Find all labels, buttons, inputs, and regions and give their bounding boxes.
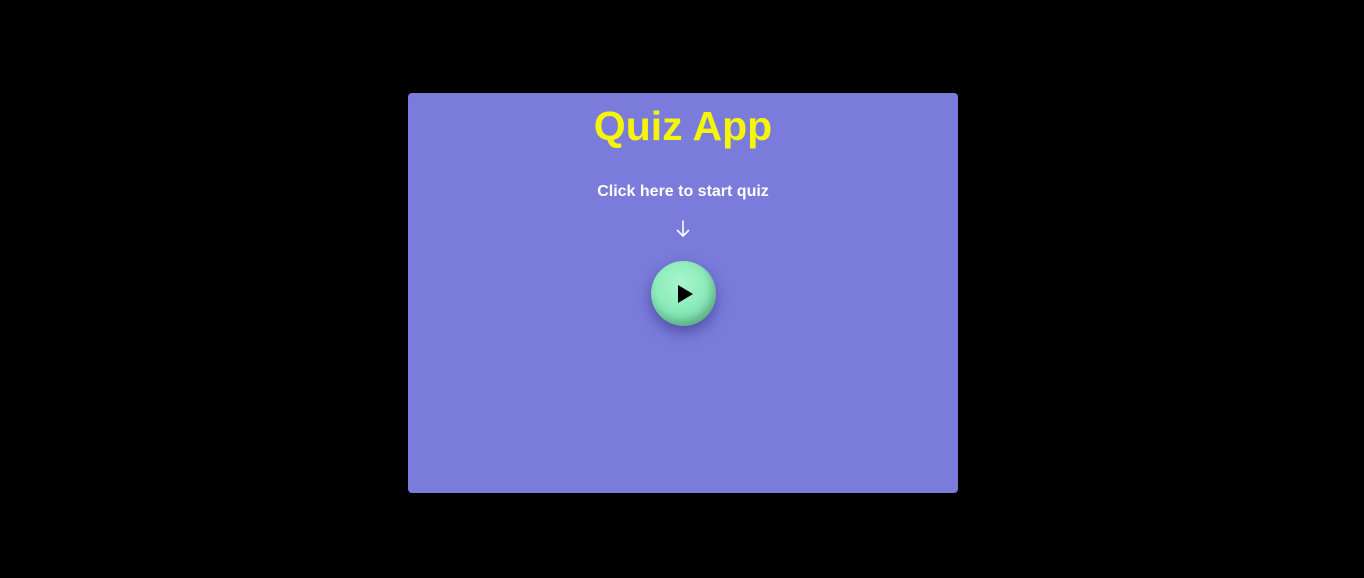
app-title: Quiz App — [593, 103, 773, 149]
quiz-card: Quiz App Click here to start quiz — [408, 93, 958, 493]
start-quiz-button[interactable] — [651, 261, 716, 326]
play-icon — [677, 284, 693, 303]
start-quiz-prompt: Click here to start quiz — [597, 183, 769, 200]
arrow-down-icon — [408, 220, 958, 242]
arrow-down-icon-svg — [676, 220, 690, 237]
